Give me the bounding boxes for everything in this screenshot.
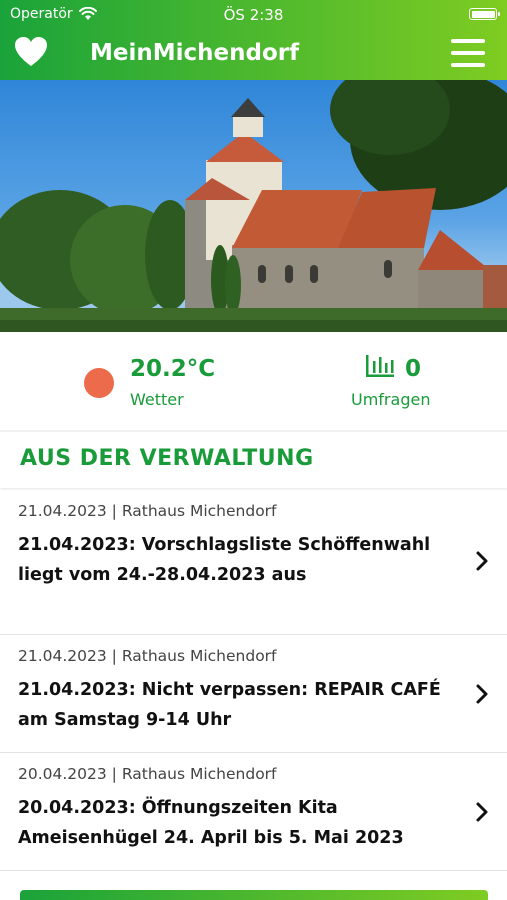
app-title: MeinMichendorf (90, 40, 300, 66)
hero-image (0, 80, 507, 332)
section-title: AUS DER VERWALTUNG (20, 446, 314, 471)
news-meta: 21.04.2023 | Rathaus Michendorf (18, 502, 277, 520)
status-time: ÖS 2:38 (223, 6, 284, 24)
chevron-right-icon (476, 551, 488, 571)
status-bar: Operatör ÖS 2:38 (0, 0, 507, 28)
nav-bar: MeinMichendorf (0, 28, 507, 80)
stats-panel (0, 332, 507, 430)
weather-temperature[interactable]: 20.2°C (130, 356, 215, 382)
church-photo (0, 80, 507, 332)
chevron-right-icon (476, 802, 488, 822)
news-meta: 20.04.2023 | Rathaus Michendorf (18, 765, 277, 783)
app-header: Operatör ÖS 2:38 MeinMichendorf (0, 0, 507, 80)
news-title: 21.04.2023: Vorschlagsliste Schöffenwahl… (18, 535, 431, 585)
weather-label[interactable]: Wetter (130, 390, 184, 409)
news-item[interactable]: 21.04.2023 | Rathaus Michendorf 21.04.20… (0, 635, 507, 753)
heart-icon[interactable] (14, 36, 48, 68)
section-header: AUS DER VERWALTUNG (0, 432, 507, 488)
bottom-action-bar[interactable] (20, 890, 488, 900)
polls-count[interactable]: 0 (405, 356, 421, 382)
chevron-right-icon (476, 684, 488, 704)
sun-icon[interactable] (84, 368, 114, 398)
bar-chart-icon[interactable] (365, 353, 395, 379)
news-item[interactable]: 20.04.2023 | Rathaus Michendorf 20.04.20… (0, 753, 507, 871)
news-title: 21.04.2023: Nicht verpassen: REPAIR CAFÉ… (18, 680, 441, 730)
battery-icon (469, 8, 500, 20)
news-title: 20.04.2023: Öffnungszeiten Kita Ameisenh… (18, 798, 404, 848)
hamburger-menu-icon[interactable] (451, 39, 485, 67)
polls-label[interactable]: Umfragen (351, 390, 430, 409)
news-item[interactable]: 21.04.2023 | Rathaus Michendorf 21.04.20… (0, 490, 507, 635)
news-meta: 21.04.2023 | Rathaus Michendorf (18, 647, 277, 665)
